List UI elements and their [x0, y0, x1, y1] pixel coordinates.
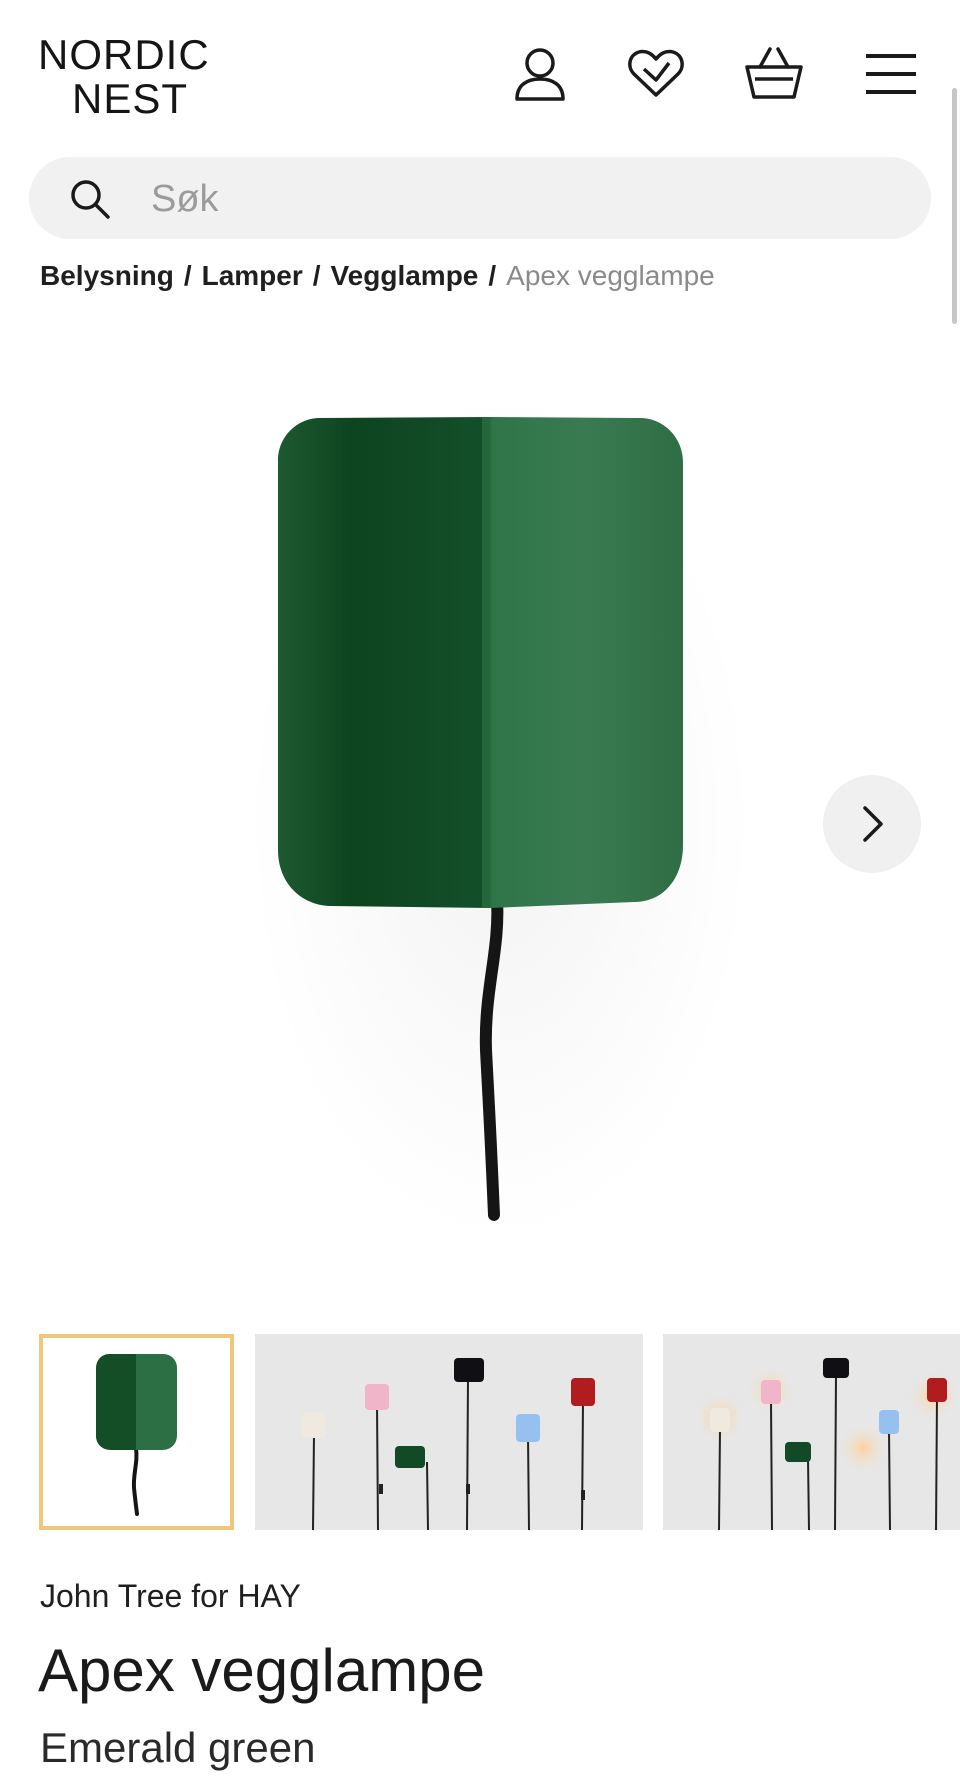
- breadcrumb-separator: /: [183, 260, 192, 291]
- designer-name[interactable]: John Tree: [40, 1578, 182, 1614]
- menu-icon: [866, 54, 916, 94]
- menu-button[interactable]: [861, 44, 921, 104]
- thumbnail-1[interactable]: [39, 1334, 234, 1530]
- thumbnail-lamps-collection: [255, 1334, 643, 1530]
- product-image-main[interactable]: [0, 330, 960, 1290]
- breadcrumb-lamper[interactable]: Lamper: [202, 260, 303, 291]
- breadcrumb-separator: /: [488, 260, 497, 291]
- cart-button[interactable]: [744, 44, 804, 104]
- search-input[interactable]: [149, 169, 893, 229]
- breadcrumb-vegglampe[interactable]: Vegglampe: [331, 260, 479, 291]
- basket-icon: [745, 47, 803, 99]
- breadcrumb-belysning[interactable]: Belysning: [40, 260, 174, 291]
- designer-for-label: for: [191, 1578, 229, 1614]
- account-button[interactable]: [510, 44, 570, 104]
- product-title: Apex vegglampe: [38, 1637, 485, 1704]
- logo-line-2: NEST: [72, 75, 189, 122]
- thumbnail-3[interactable]: [663, 1334, 960, 1530]
- lamp-image: [250, 400, 750, 1240]
- heart-icon: [628, 49, 684, 97]
- wishlist-button[interactable]: [626, 44, 686, 104]
- breadcrumb: Belysning / Lamper / Vegglampe / Apex vegglamp…: [40, 258, 715, 294]
- user-icon: [515, 48, 565, 101]
- thumbnail-lamps-lit: [663, 1334, 960, 1530]
- breadcrumb-current: Apex vegglampe: [506, 260, 715, 291]
- logo-line-1: NORDIC: [38, 31, 210, 78]
- gallery-next-button[interactable]: [823, 775, 921, 873]
- search-icon: [71, 180, 110, 219]
- thumbnail-2[interactable]: [255, 1334, 643, 1530]
- thumbnail-lamp-green: [96, 1354, 177, 1516]
- product-variant: Emerald green: [40, 1724, 316, 1771]
- brand-name[interactable]: HAY: [237, 1578, 300, 1614]
- chevron-right-icon: [863, 806, 883, 842]
- breadcrumb-separator: /: [312, 260, 321, 291]
- site-header: NORDIC NEST: [0, 0, 960, 150]
- thumbnail-strip: [0, 1334, 960, 1534]
- search-bar[interactable]: [29, 157, 931, 239]
- page-scrollbar[interactable]: [952, 88, 957, 324]
- product-designer: John Tree for HAY: [40, 1576, 301, 1616]
- nordic-nest-logo[interactable]: NORDIC NEST: [38, 34, 238, 124]
